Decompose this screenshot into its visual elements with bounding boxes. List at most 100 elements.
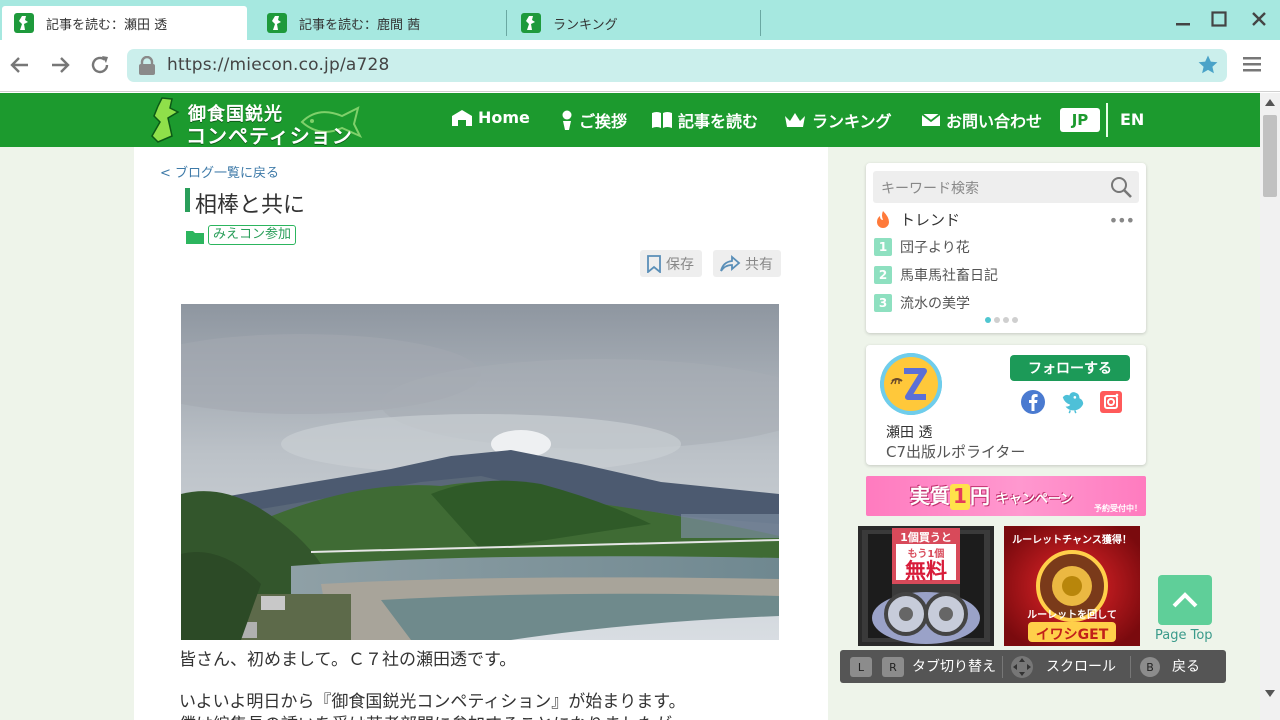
key-l: L	[850, 657, 872, 677]
nav-articles[interactable]: 記事を読む	[651, 108, 758, 132]
nav-home-label: Home	[478, 108, 530, 127]
roulette-ad-mid: ルーレットを回して	[1027, 610, 1117, 621]
article-title: 相棒と共に	[195, 193, 306, 218]
page-scrollbar[interactable]	[1260, 93, 1280, 720]
save-button[interactable]: 保存	[640, 250, 702, 277]
trend-title: 馬車馬社畜日記	[900, 268, 998, 284]
article-paragraph: 僕は編集長の誘いを受け若者部門に参加することになりましたが	[179, 710, 672, 720]
keyword-search-input[interactable]: キーワード検索	[873, 171, 1139, 203]
url-text: https://miecon.co.jp/a728	[167, 55, 390, 75]
tab-switch-label: タブ切り替え	[912, 659, 996, 675]
author-avatar[interactable]	[880, 353, 942, 415]
trend-item[interactable]: 2 馬車馬社畜日記	[874, 265, 998, 285]
carousel-dots	[985, 317, 1021, 323]
tab-title: ランキング	[553, 17, 618, 33]
browser-tab-bar: 記事を読む：瀬田 透 記事を読む：鹿間 茜 ランキング	[0, 0, 1280, 40]
nav-contact[interactable]: お問い合わせ	[921, 108, 1042, 132]
trend-label: トレンド	[900, 211, 961, 229]
trend-item[interactable]: 1 団子より花	[874, 237, 970, 257]
tire-ad[interactable]: 1個買うと もう1個 無料	[858, 526, 994, 646]
web-page: 御食国鋭光 コンペティション Home ご挨拶 記事を読む ランキング お問い合…	[0, 93, 1260, 720]
trend-title: 団子より花	[900, 240, 970, 256]
author-card: フォローする 瀬田 透 C7出版ルポライター	[866, 345, 1146, 465]
crown-icon	[785, 113, 805, 127]
site-logo[interactable]: 御食国鋭光 コンペティション	[148, 96, 368, 148]
tab-separator	[760, 10, 761, 36]
banner-subtext: 予約受付中！	[1094, 504, 1142, 513]
browser-tab-2[interactable]: 記事を読む：鹿間 茜	[255, 6, 507, 40]
nav-ranking[interactable]: ランキング	[783, 108, 892, 132]
nav-home[interactable]: Home	[451, 108, 530, 127]
minimize-icon[interactable]	[1172, 8, 1194, 30]
roulette-ad-top: ルーレットチャンス獲得！	[1012, 535, 1132, 546]
browser-tab-3[interactable]: ランキング	[509, 6, 761, 40]
trend-rank: 1	[874, 238, 892, 256]
facebook-icon[interactable]	[1020, 389, 1046, 415]
share-label: 共有	[745, 256, 773, 273]
browser-tab-1[interactable]: 記事を読む：瀬田 透	[2, 6, 247, 40]
forward-arrow-icon[interactable]	[47, 52, 73, 78]
nav-contact-label: お問い合わせ	[946, 112, 1043, 131]
carousel-dot[interactable]	[1012, 317, 1018, 323]
page-top-button[interactable]	[1158, 575, 1212, 625]
trend-item[interactable]: 3 流水の美学	[874, 293, 970, 313]
search-placeholder: キーワード検索	[881, 181, 979, 197]
roulette-ad-big: イワシGET	[1035, 627, 1109, 643]
reload-icon[interactable]	[87, 52, 113, 78]
site-favicon-icon	[14, 13, 34, 33]
book-icon	[652, 112, 672, 128]
mie-prefecture-logo-icon	[151, 97, 180, 143]
bookmark-star-icon[interactable]	[1197, 54, 1219, 80]
nav-greeting[interactable]: ご挨拶	[560, 108, 627, 132]
dpad-icon	[1010, 655, 1034, 683]
nav-articles-label: 記事を読む	[678, 112, 759, 131]
roulette-ad[interactable]: ルーレットチャンス獲得！ ルーレットを回して イワシGET	[1004, 526, 1140, 646]
url-field[interactable]: https://miecon.co.jp/a728	[127, 49, 1227, 82]
more-dots-icon[interactable]: •••	[1109, 211, 1135, 230]
share-button[interactable]: 共有	[713, 250, 781, 277]
tab-separator	[506, 10, 507, 36]
banner-campaign: キャンペーン	[996, 492, 1074, 507]
scrollbar-thumb[interactable]	[1263, 115, 1277, 197]
person-icon	[562, 110, 572, 130]
scroll-up-arrow-icon[interactable]	[1264, 97, 1276, 107]
category-tag[interactable]: みえコン参加	[208, 225, 297, 245]
lang-jp-button[interactable]: JP	[1060, 108, 1100, 132]
lock-icon	[137, 55, 157, 80]
save-label: 保存	[666, 256, 694, 273]
follow-button[interactable]: フォローする	[1010, 355, 1130, 381]
bookmark-icon	[647, 254, 661, 273]
hint-divider	[1002, 656, 1003, 678]
banner-prefix: 実質	[910, 484, 950, 508]
search-icon[interactable]	[1109, 175, 1133, 203]
chevron-up-icon	[1172, 592, 1198, 608]
back-label: 戻る	[1172, 659, 1200, 675]
trend-title: 流水の美学	[900, 296, 970, 312]
twitter-bird-icon[interactable]	[1060, 389, 1086, 415]
carousel-dot[interactable]	[1003, 317, 1009, 323]
maximize-icon[interactable]	[1208, 8, 1230, 30]
hint-divider	[1130, 656, 1131, 678]
title-accent-bar	[185, 188, 190, 212]
key-r: R	[882, 657, 904, 677]
campaign-banner[interactable]: 実質 1 円キャンペーン 予約受付中！	[866, 476, 1146, 516]
carousel-dot[interactable]	[985, 317, 991, 323]
controller-hint-bar: L R タブ切り替え スクロール B 戻る	[840, 650, 1226, 683]
close-icon[interactable]	[1248, 8, 1270, 30]
instagram-icon[interactable]	[1098, 389, 1124, 415]
site-favicon-icon	[521, 13, 541, 33]
back-arrow-icon[interactable]	[7, 52, 33, 78]
carousel-dot[interactable]	[994, 317, 1000, 323]
article-main: < ブログ一覧に戻る 相棒と共に みえコン参加 保存 共有 皆さん、初めまして。…	[134, 147, 828, 720]
article-photo	[181, 304, 779, 640]
key-b: B	[1140, 657, 1160, 677]
scroll-label: スクロール	[1046, 659, 1116, 675]
hamburger-menu-icon[interactable]	[1240, 52, 1264, 80]
fire-icon	[877, 210, 889, 228]
lang-en-button[interactable]: EN	[1120, 110, 1144, 129]
banner-one: 1	[950, 484, 970, 510]
scroll-down-arrow-icon[interactable]	[1264, 689, 1276, 699]
back-to-blog-list-link[interactable]: < ブログ一覧に戻る	[160, 162, 279, 181]
logo-subtitle: コンペティション	[186, 124, 353, 148]
page-top-label: Page Top	[1155, 628, 1213, 643]
